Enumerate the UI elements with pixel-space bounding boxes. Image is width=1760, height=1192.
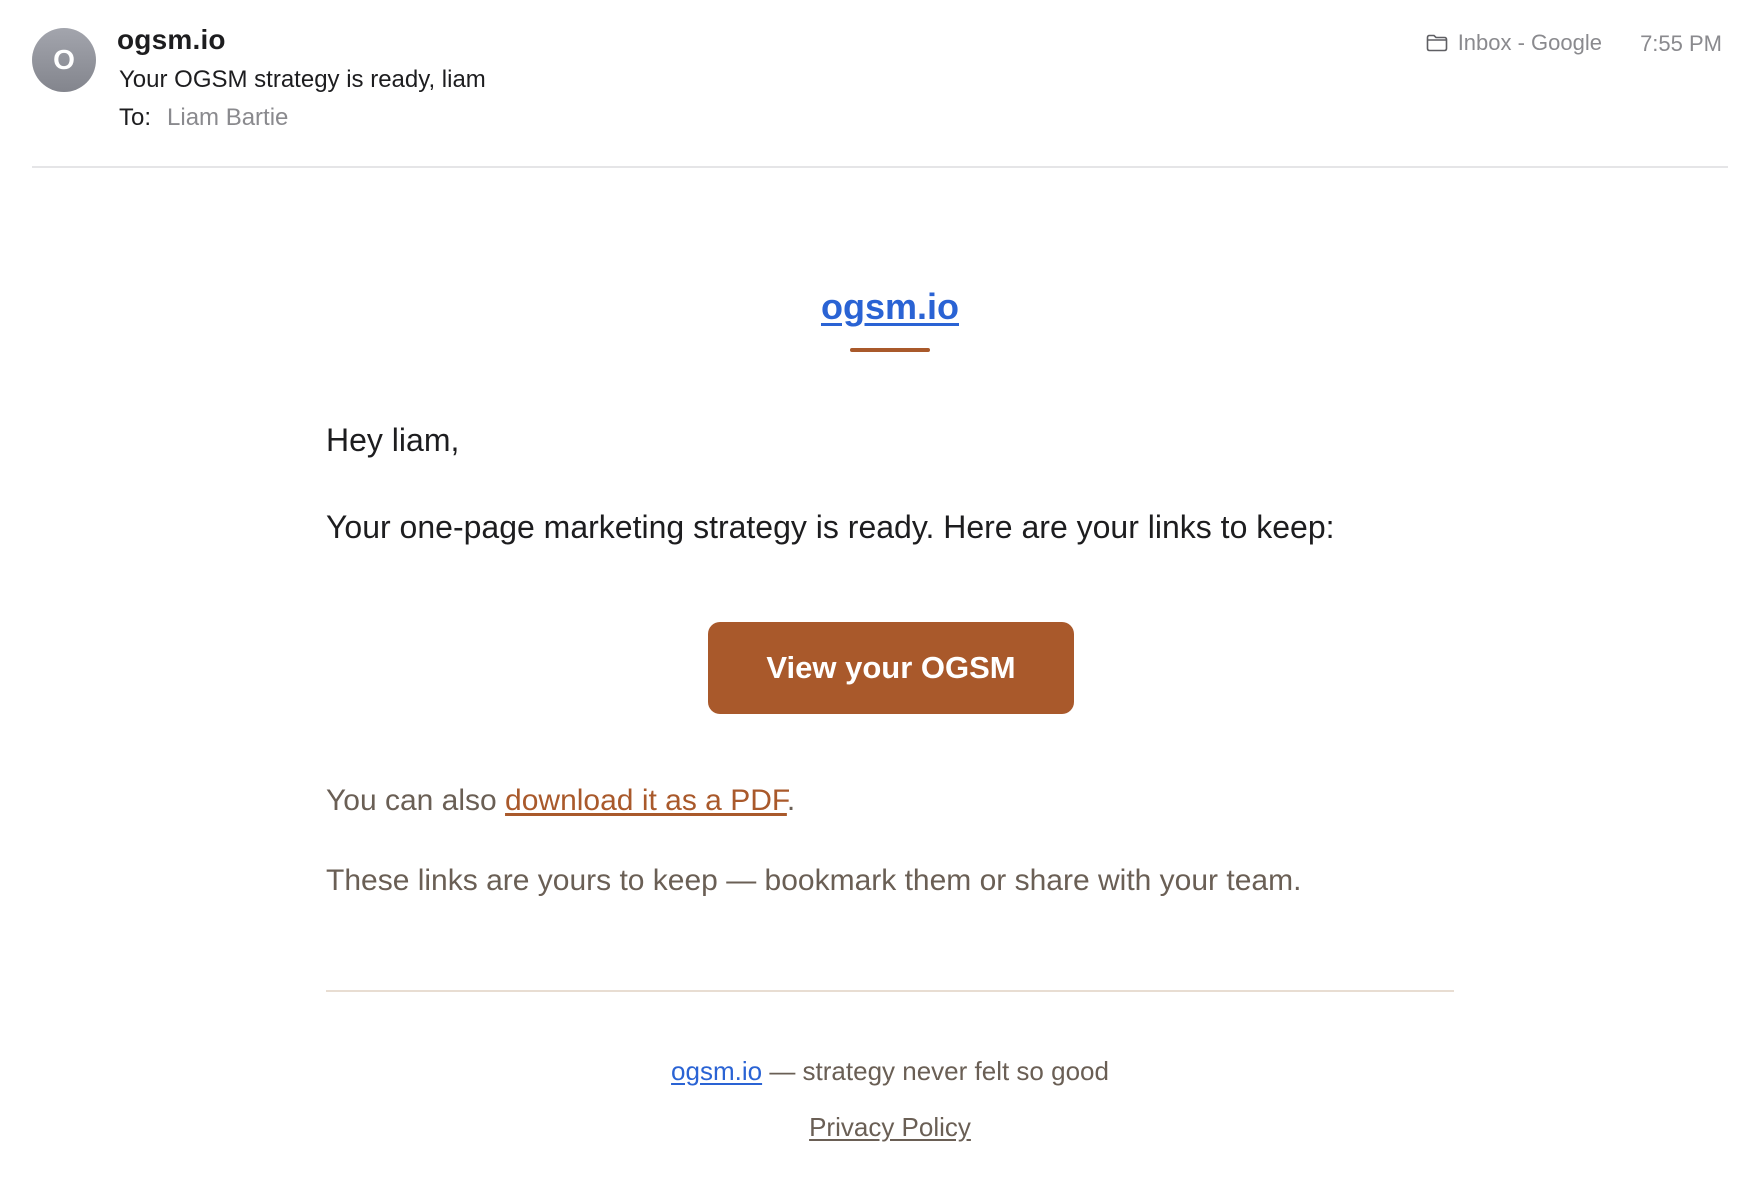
sender-name[interactable]: ogsm.io (117, 24, 226, 56)
folder-icon (1426, 34, 1448, 52)
sender-avatar: O (32, 28, 96, 92)
footer-brand-link[interactable]: ogsm.io (671, 1056, 762, 1086)
view-ogsm-button[interactable]: View your OGSM (708, 622, 1074, 714)
avatar-initial: O (53, 44, 75, 75)
email-viewer: O ogsm.io Your OGSM strategy is ready, l… (0, 0, 1760, 1192)
mailbox-label: Inbox - Google (1426, 30, 1602, 56)
brand-header: ogsm.io (326, 286, 1454, 328)
footer-tagline-text: — strategy never felt so good (762, 1056, 1109, 1086)
greeting-text: Hey liam, (326, 422, 460, 458)
mailbox-name: Inbox - Google (1457, 30, 1602, 55)
message-time: 7:55 PM (1640, 31, 1722, 56)
to-label: To: (119, 104, 152, 131)
recipient-row: To: Liam Bartie (119, 104, 288, 132)
pdf-prefix-text: You can also (326, 784, 506, 817)
footer-divider (326, 990, 1454, 992)
intro-text: Your one-page marketing strategy is read… (326, 509, 1335, 545)
message-header: O ogsm.io Your OGSM strategy is ready, l… (0, 0, 1760, 170)
brand-link[interactable]: ogsm.io (821, 286, 959, 327)
pdf-download-line: You can also download it as a PDF. (326, 784, 795, 818)
recipient-name[interactable]: Liam Bartie (167, 104, 288, 132)
footer-tagline: ogsm.io — strategy never felt so good (326, 1056, 1454, 1087)
download-pdf-link[interactable]: download it as a PDF (505, 784, 787, 817)
view-ogsm-button-label: View your OGSM (766, 650, 1016, 685)
privacy-policy: Privacy Policy (326, 1112, 1454, 1143)
pdf-suffix-text: . (786, 784, 796, 817)
brand-accent-bar (850, 348, 930, 352)
header-divider (32, 166, 1728, 168)
keep-links-note: These links are yours to keep — bookmark… (326, 864, 1302, 897)
message-subject: Your OGSM strategy is ready, liam (119, 66, 486, 93)
privacy-policy-link[interactable]: Privacy Policy (809, 1112, 971, 1142)
